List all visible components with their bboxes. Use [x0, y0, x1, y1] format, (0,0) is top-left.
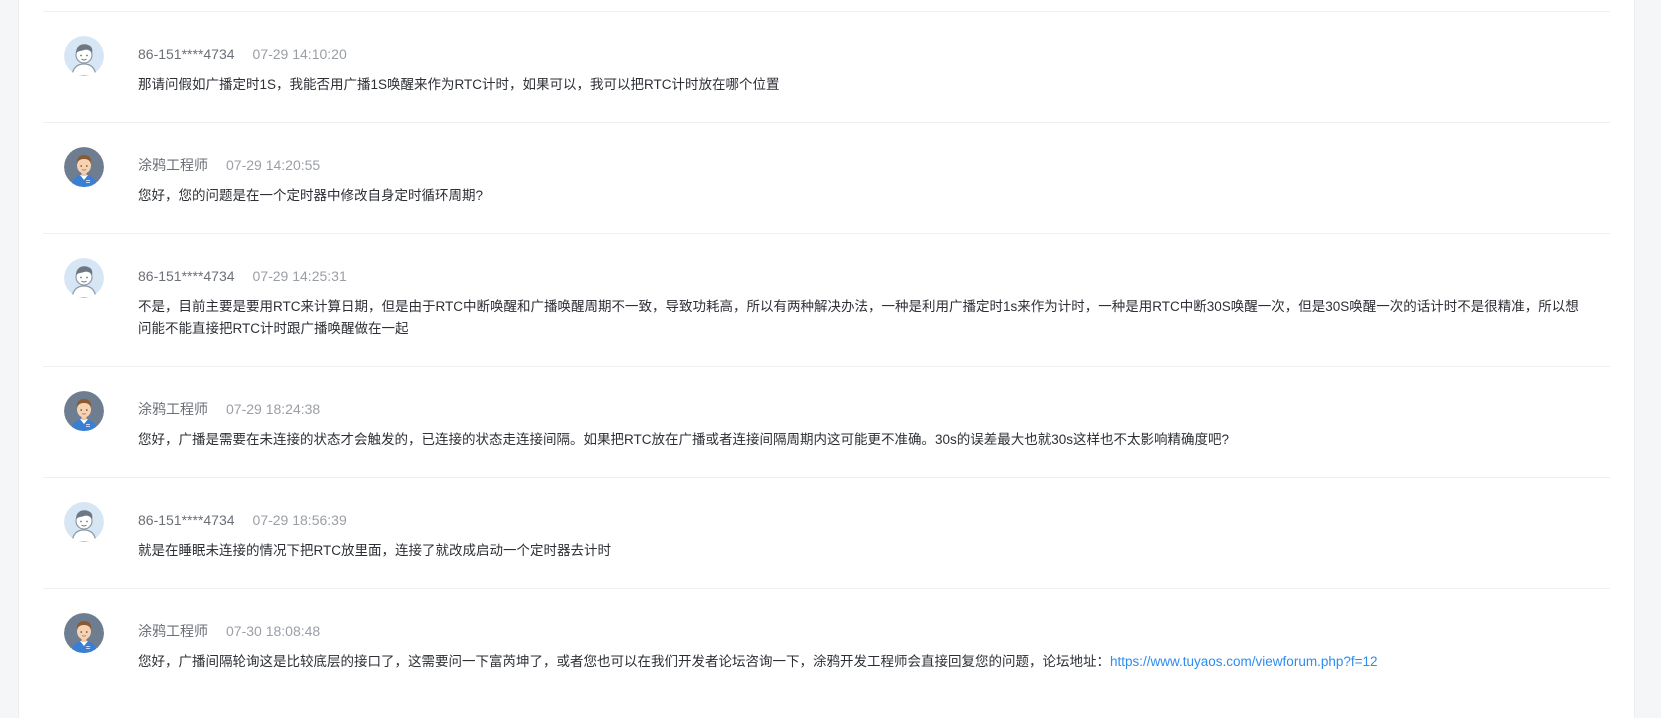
comment-time: 07-29 14:10:20 [252, 46, 347, 62]
comment-text: 就是在睡眠未连接的情况下把RTC放里面，连接了就改成启动一个定时器去计时 [138, 543, 611, 558]
user-avatar-icon[interactable] [64, 36, 104, 76]
comment-author[interactable]: 86-151****4734 [138, 268, 235, 284]
comment-item: 86-151****4734 07-29 18:56:39 就是在睡眠未连接的情况… [43, 478, 1610, 589]
comment-author[interactable]: 86-151****4734 [138, 46, 235, 62]
comment-author[interactable]: 涂鸦工程师 [138, 623, 208, 639]
comment-item: 86-151****4734 07-29 14:10:20 那请问假如广播定时1S… [43, 12, 1610, 123]
comment-text: 您好，广播间隔轮询这是比较底层的接口了，这需要问一下富芮坤了，或者您也可以在我们… [138, 651, 1590, 673]
comment-item: 涂鸦工程师 07-29 14:20:55 您好，您的问题是在一个定时器中修改自身定… [43, 123, 1610, 234]
comment-text: 您好，广播是需要在未连接的状态才会触发的，已连接的状态走连接间隔。如果把RTC放… [138, 432, 1230, 447]
comment-item: 86-151****4734 07-29 14:25:31 不是，目前主要是要用R… [43, 234, 1610, 367]
comment-time: 07-29 18:24:38 [226, 401, 321, 417]
engineer-avatar-icon[interactable] [64, 391, 104, 431]
comment-panel: 86-151****4734 07-29 14:10:20 那请问假如广播定时1S… [18, 0, 1635, 718]
comment-item: 涂鸦工程师 07-30 18:08:48 您好，广播间隔轮询这是比较底层的接口了，… [43, 589, 1610, 700]
comment-text-content: 您好，广播间隔轮询这是比较底层的接口了，这需要问一下富芮坤了，或者您也可以在我们… [138, 654, 1110, 669]
comment-meta: 86-151****4734 07-29 14:25:31 [138, 267, 347, 285]
comment-meta: 86-151****4734 07-29 18:56:39 [138, 511, 347, 529]
comment-text: 您好，您的问题是在一个定时器中修改自身定时循环周期? [138, 188, 484, 203]
comment-item: 涂鸦工程师 07-29 18:24:38 您好，广播是需要在未连接的状态才会触发的… [43, 367, 1610, 478]
comment-meta: 涂鸦工程师 07-29 18:24:38 [138, 400, 320, 418]
comment-time: 07-29 14:25:31 [252, 268, 347, 284]
engineer-avatar-icon[interactable] [64, 147, 104, 187]
engineer-avatar-icon[interactable] [64, 613, 104, 653]
comment-author[interactable]: 涂鸦工程师 [138, 157, 208, 173]
forum-link[interactable]: https://www.tuyaos.com/viewforum.php?f=1… [1110, 654, 1378, 669]
comment-time: 07-29 14:20:55 [226, 157, 321, 173]
comment-text: 不是，目前主要是要用RTC来计算日期，但是由于RTC中断唤醒和广播唤醒周期不一致… [138, 299, 1579, 336]
comment-meta: 涂鸦工程师 07-30 18:08:48 [138, 622, 320, 640]
comment-meta: 涂鸦工程师 07-29 14:20:55 [138, 156, 320, 174]
comment-list: 86-151****4734 07-29 14:10:20 那请问假如广播定时1S… [43, 12, 1610, 700]
comment-meta: 86-151****4734 07-29 14:10:20 [138, 45, 347, 63]
comment-text: 那请问假如广播定时1S，我能否用广播1S唤醒来作为RTC计时，如果可以，我可以把… [138, 77, 780, 92]
comment-time: 07-30 18:08:48 [226, 623, 321, 639]
user-avatar-icon[interactable] [64, 502, 104, 542]
comment-author[interactable]: 涂鸦工程师 [138, 401, 208, 417]
comment-author[interactable]: 86-151****4734 [138, 512, 235, 528]
user-avatar-icon[interactable] [64, 258, 104, 298]
comment-time: 07-29 18:56:39 [252, 512, 347, 528]
